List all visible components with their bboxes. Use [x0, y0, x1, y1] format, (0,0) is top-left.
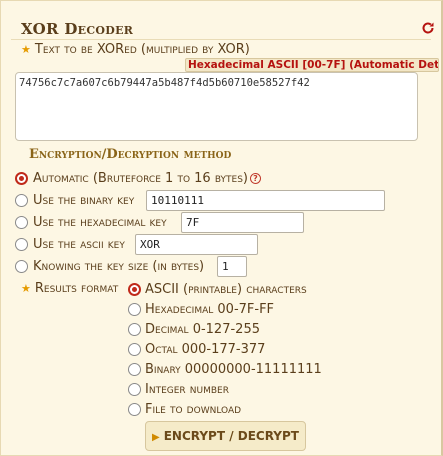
result-binary-radio[interactable]	[128, 363, 141, 376]
result-decimal-radio[interactable]	[128, 323, 141, 336]
method-hex-key-label: Use the hexadecimal key	[33, 215, 167, 230]
text-input-label: ★ Text to be XORed (multiplied by XOR)	[21, 42, 250, 57]
result-decimal-label: Decimal 0-127-255	[145, 322, 260, 337]
result-hex-radio[interactable]	[128, 303, 141, 316]
method-key-size-label: Knowing the key size (in bytes)	[33, 259, 205, 274]
result-file-radio[interactable]	[128, 403, 141, 416]
method-ascii-key-radio[interactable]	[15, 238, 28, 251]
result-hex-label: Hexadecimal 00-7F-FF	[145, 302, 275, 317]
result-integer-label: Integer number	[145, 382, 229, 397]
method-ascii-key-label: Use the ascii key	[33, 237, 125, 252]
method-section-title: Encryption/Decryption method	[29, 147, 232, 162]
result-file-label: File to download	[145, 402, 242, 417]
method-automatic-label: Automatic (Bruteforce 1 to 16 bytes)?	[33, 171, 261, 186]
encrypt-decrypt-button[interactable]: ▶ ENCRYPT / DECRYPT	[145, 421, 306, 451]
binary-key-input[interactable]	[146, 190, 385, 211]
encrypt-decrypt-label: ENCRYPT / DECRYPT	[163, 429, 299, 443]
method-automatic-radio[interactable]	[15, 172, 28, 185]
play-triangle-icon: ▶	[152, 432, 160, 443]
method-binary-key-radio[interactable]	[15, 194, 28, 207]
method-hex-key-radio[interactable]	[15, 216, 28, 229]
required-star-icon: ★	[21, 282, 31, 295]
question-circle-icon[interactable]: ?	[249, 173, 261, 184]
ascii-key-input[interactable]	[135, 234, 258, 255]
result-ascii-radio[interactable]	[128, 283, 141, 296]
text-to-xor-input[interactable]: 74756c7c7a607c6b79447a5b487f4d5b60710e58…	[15, 72, 418, 141]
result-octal-radio[interactable]	[128, 343, 141, 356]
required-star-icon: ★	[21, 43, 31, 56]
result-ascii-label: ASCII (printable) characters	[145, 282, 307, 297]
method-binary-key-label: Use the binary key	[33, 193, 135, 208]
xor-decoder-panel: XOR Decoder ★ Text to be XORed (multiplie…	[0, 0, 443, 456]
page-title: XOR Decoder	[21, 20, 134, 38]
results-format-label: ★ Results format	[21, 281, 119, 296]
title-divider	[11, 39, 431, 40]
result-binary-label: Binary 00000000-11111111	[145, 362, 322, 377]
method-key-size-radio[interactable]	[15, 260, 28, 273]
hex-key-input[interactable]	[181, 212, 304, 233]
result-octal-label: Octal 000-177-377	[145, 342, 266, 357]
detection-badge: Hexadecimal ASCII [00-7F] (Automatic Det…	[185, 58, 439, 72]
result-integer-radio[interactable]	[128, 383, 141, 396]
key-size-input[interactable]	[217, 256, 247, 277]
reset-icon[interactable]	[421, 21, 435, 35]
